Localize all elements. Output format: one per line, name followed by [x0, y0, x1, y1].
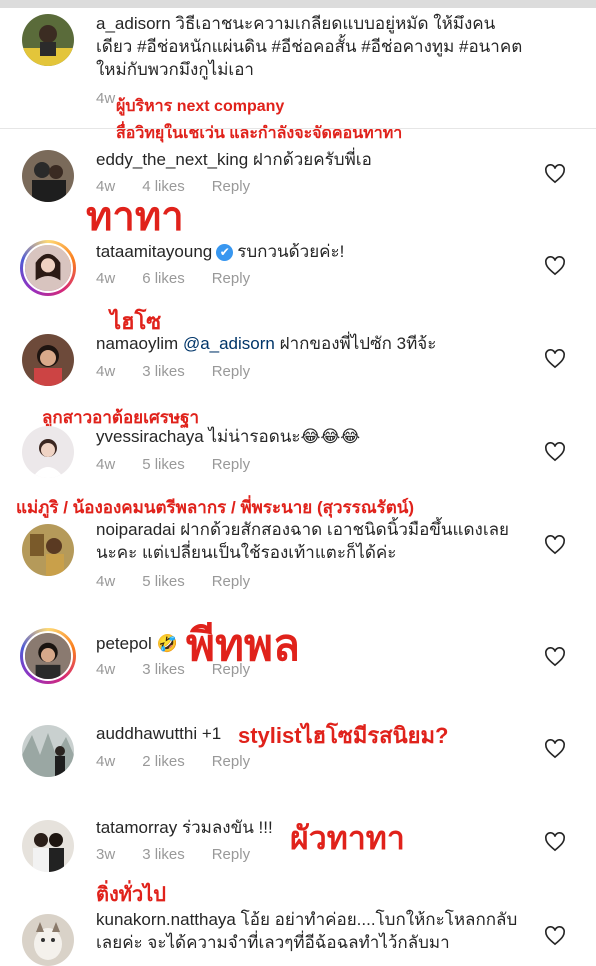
comment-2: tataamitayoung ✔ รบกวนด้วยค่ะ! [96, 240, 526, 263]
avatar-image [22, 820, 74, 872]
avatar-tataamitayoung[interactable] [20, 240, 76, 296]
comment-5: noiparadai ฝากด้วยสักสองฉาด เอาชนิดนิ้วม… [96, 518, 526, 564]
comment-text: ฝากด้วยครับพี่เอ [252, 150, 372, 169]
avatar-namaoylim[interactable] [22, 334, 74, 386]
annotation-fan: ติ่งทั่วไป [96, 884, 166, 906]
avatar-image [22, 334, 74, 386]
avatar-image [25, 245, 71, 291]
heart-icon[interactable] [544, 647, 566, 667]
comment-likes[interactable]: 3 likes [142, 661, 185, 678]
avatar-image [25, 633, 71, 679]
comment-meta: 3w 3 likes Reply [96, 846, 277, 863]
comment-meta: 4w 3 likes Reply [96, 363, 277, 380]
comment-meta: 4w 4 likes Reply [96, 178, 277, 195]
reply-button[interactable]: Reply [212, 753, 250, 770]
comment-username[interactable]: petepol [96, 634, 152, 653]
reply-button[interactable]: Reply [212, 846, 250, 863]
comment-username[interactable]: tatamorray [96, 818, 177, 837]
heart-icon[interactable] [544, 739, 566, 759]
heart-icon[interactable] [544, 164, 566, 184]
comment-meta: 4w 5 likes Reply [96, 456, 277, 473]
comment-meta: 4w 2 likes Reply [96, 753, 277, 770]
verified-icon: ✔ [216, 244, 234, 261]
heart-icon[interactable] [544, 442, 566, 462]
comment-age: 4w [96, 178, 116, 195]
heart-icon[interactable] [544, 832, 566, 852]
post-username[interactable]: a_adisorn [96, 14, 171, 33]
reply-button[interactable]: Reply [212, 456, 250, 473]
comment-likes[interactable]: 5 likes [142, 456, 185, 473]
comment-6: petepol 🤣 [96, 632, 526, 655]
avatar-tatamorray[interactable] [22, 820, 74, 872]
comment-age: 4w [96, 661, 116, 678]
avatar-image [22, 914, 74, 966]
comment-age: 4w [96, 753, 116, 770]
divider [0, 128, 596, 129]
avatar-image [22, 14, 74, 66]
comment-text: ฝากของพี่ไปซัก 3ทีจ้ะ [279, 334, 437, 353]
heart-icon[interactable] [544, 926, 566, 946]
comment-age: 4w [96, 363, 116, 380]
avatar-a-adisorn[interactable] [22, 14, 74, 66]
annotation-husband: ผัวทาทา [290, 820, 405, 856]
heart-icon[interactable] [544, 349, 566, 369]
comment-username[interactable]: kunakorn.natthaya [96, 910, 236, 929]
comment-text: 🤣 [156, 634, 178, 653]
comment-likes[interactable]: 3 likes [142, 363, 185, 380]
annotation-next-company: ผู้บริหาร next company [116, 98, 285, 115]
annotation-tata: ทาทา [86, 195, 184, 239]
reply-button[interactable]: Reply [212, 363, 250, 380]
annotation-mother: แม่ภูริ / น้ององคมนตรีพลากร / พี่พระนาย … [16, 498, 415, 517]
reply-button[interactable]: Reply [212, 178, 250, 195]
post-caption: a_adisorn วิธีเอาชนะความเกลียดแบบอยู่หมั… [96, 12, 526, 81]
comment-username[interactable]: noiparadai [96, 520, 175, 539]
comment-likes[interactable]: 6 likes [142, 270, 185, 287]
comment-age: 4w [96, 456, 116, 473]
comment-username[interactable]: yvessirachaya [96, 427, 204, 446]
comment-mention[interactable]: @a_adisorn [183, 334, 275, 353]
avatar-petepol[interactable] [20, 628, 76, 684]
comment-meta: 4w 6 likes Reply [96, 270, 277, 287]
comment-3: namaoylim @a_adisorn ฝากของพี่ไปซัก 3ทีจ… [96, 332, 526, 355]
avatar-eddy[interactable] [22, 150, 74, 202]
comment-text: ไม่น่ารอดนะ😂😂😂 [208, 427, 361, 446]
comment-likes[interactable]: 5 likes [142, 573, 185, 590]
annotation-stylist: stylistไฮโซมีรสนิยม? [238, 723, 449, 748]
post-age: 4w [96, 90, 116, 107]
comment-age: 3w [96, 846, 116, 863]
avatar-noiparadai[interactable] [22, 524, 74, 576]
avatar-image [22, 725, 74, 777]
top-edge [0, 0, 596, 8]
comment-username[interactable]: tataamitayoung [96, 242, 212, 261]
comment-username[interactable]: auddhawutthi [96, 724, 197, 743]
comment-text: รบกวนด้วยค่ะ! [237, 242, 345, 261]
heart-icon[interactable] [544, 256, 566, 276]
comment-1: eddy_the_next_king ฝากด้วยครับพี่เอ [96, 148, 526, 171]
comment-4: yvessirachaya ไม่น่ารอดนะ😂😂😂 [96, 425, 526, 448]
avatar-image [22, 524, 74, 576]
avatar-image [22, 150, 74, 202]
comment-likes[interactable]: 4 likes [142, 178, 185, 195]
comment-age: 4w [96, 270, 116, 287]
avatar-auddhawutthi[interactable] [22, 725, 74, 777]
comment-username[interactable]: namaoylim [96, 334, 178, 353]
comment-username[interactable]: eddy_the_next_king [96, 150, 248, 169]
annotation-petepol: พีทพล [186, 621, 300, 670]
avatar-image [22, 426, 74, 478]
avatar-yvessirachaya[interactable] [22, 426, 74, 478]
heart-icon[interactable] [544, 535, 566, 555]
comment-text: +1 [201, 724, 222, 743]
avatar-kunakorn[interactable] [22, 914, 74, 966]
annotation-radio: สื่อวิทยุในเชเว่น และกำลังจะจัดคอนทาทา [116, 125, 403, 142]
reply-button[interactable]: Reply [212, 573, 250, 590]
comment-text: ร่วมลงขัน !!! [181, 818, 273, 837]
comment-meta: 4w 5 likes Reply [96, 573, 277, 590]
comment-likes[interactable]: 3 likes [142, 846, 185, 863]
comment-likes[interactable]: 2 likes [142, 753, 185, 770]
reply-button[interactable]: Reply [212, 270, 250, 287]
comment-9: kunakorn.natthaya โอ้ย อย่าทำค่อย....โบก… [96, 908, 526, 954]
comment-age: 4w [96, 573, 116, 590]
